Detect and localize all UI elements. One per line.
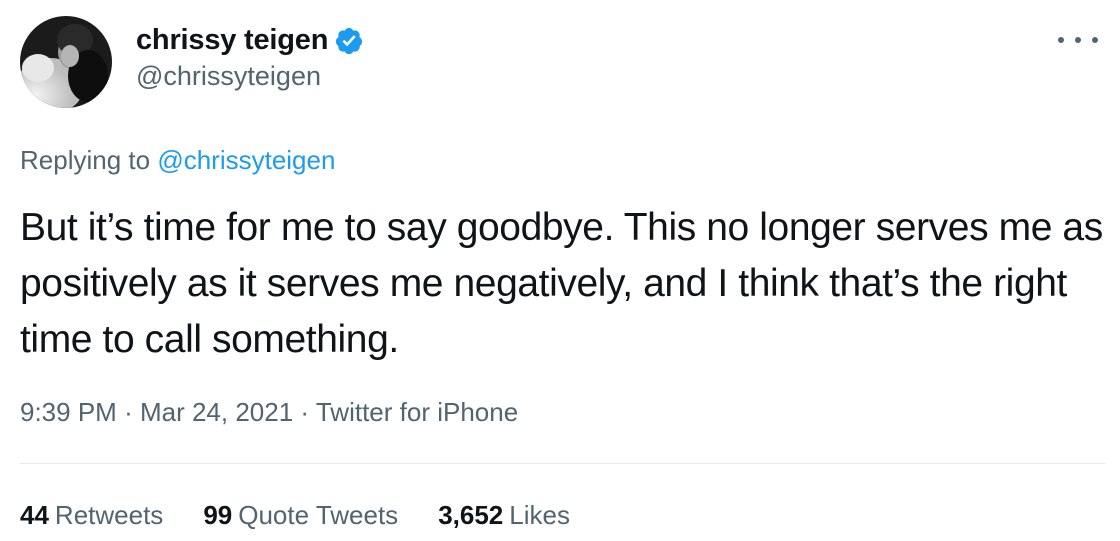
tweet-source[interactable]: Twitter for iPhone <box>316 397 518 427</box>
author-handle[interactable]: @chrissyteigen <box>136 61 364 92</box>
reply-mention-link[interactable]: @chrissyteigen <box>157 145 335 175</box>
author-identity: chrissy teigen @chrissyteigen <box>136 24 364 92</box>
meta-separator: · <box>124 397 133 427</box>
quote-tweets-label: Quote Tweets <box>238 500 399 530</box>
retweets-count: 44 <box>20 500 49 530</box>
avatar[interactable] <box>20 16 112 108</box>
likes-stat[interactable]: 3,652 Likes <box>438 500 570 531</box>
verified-badge-icon <box>334 26 364 56</box>
divider <box>20 463 1106 464</box>
retweets-label: Retweets <box>54 500 164 530</box>
tweet-meta: 9:39 PM · Mar 24, 2021 · Twitter for iPh… <box>20 397 518 428</box>
more-dot <box>1092 37 1098 43</box>
tweet-stats: 44 Retweets 99 Quote Tweets 3,652 Likes <box>20 500 610 531</box>
more-dot <box>1058 37 1064 43</box>
quote-tweets-stat[interactable]: 99 Quote Tweets <box>203 500 398 531</box>
name-row: chrissy teigen <box>136 24 364 57</box>
replying-to: Replying to @chrissyteigen <box>20 145 335 176</box>
tweet-header: chrissy teigen @chrissyteigen <box>20 16 364 108</box>
more-options-icon[interactable] <box>1058 30 1098 50</box>
tweet-text: But it’s time for me to say goodbye. Thi… <box>20 206 1103 361</box>
likes-label: Likes <box>509 500 570 530</box>
display-name[interactable]: chrissy teigen <box>136 24 328 57</box>
meta-separator: · <box>300 397 310 427</box>
replying-prefix: Replying to <box>20 145 151 175</box>
tweet-date[interactable]: Mar 24, 2021 <box>140 397 293 427</box>
more-dot <box>1075 37 1081 43</box>
tweet-card: chrissy teigen @chrissyteigen Replying t… <box>0 0 1120 541</box>
tweet-time[interactable]: 9:39 PM <box>20 397 117 427</box>
quote-tweets-count: 99 <box>203 500 233 530</box>
likes-count: 3,652 <box>438 500 504 530</box>
retweets-stat[interactable]: 44 Retweets <box>20 500 163 531</box>
